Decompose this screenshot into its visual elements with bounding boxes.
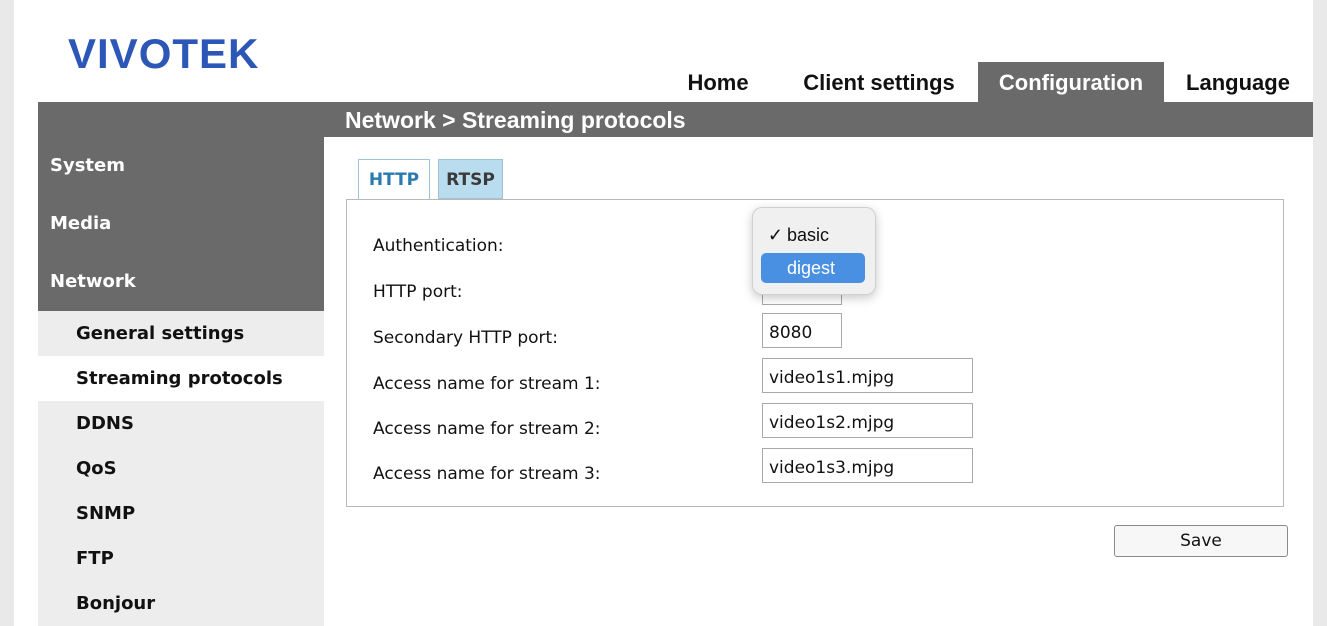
stream2-access-name-label: Access name for stream 2:: [373, 419, 601, 439]
http-port-label: HTTP port:: [373, 282, 463, 302]
sidebar-item-ftp[interactable]: FTP: [38, 536, 324, 581]
sidebar-item-media[interactable]: Media: [38, 195, 324, 253]
nav-language[interactable]: Language: [1176, 62, 1300, 102]
tab-rtsp[interactable]: RTSP: [438, 159, 503, 199]
stream1-access-name-input[interactable]: [762, 358, 973, 393]
auth-option-basic-label: basic: [787, 225, 830, 245]
stream3-access-name-label: Access name for stream 3:: [373, 464, 601, 484]
sidebar-item-network[interactable]: Network: [38, 253, 324, 311]
sidebar-item-ddns[interactable]: DDNS: [38, 401, 324, 446]
sidebar-item-snmp[interactable]: SNMP: [38, 491, 324, 536]
nav-configuration[interactable]: Configuration: [978, 62, 1164, 102]
stream1-access-name-label: Access name for stream 1:: [373, 374, 601, 394]
sidebar: System Media Network General settings St…: [38, 137, 324, 626]
content-area: HTTP RTSP Authentication: HTTP port: Sec…: [324, 137, 1313, 626]
secondary-http-port-label: Secondary HTTP port:: [373, 328, 558, 348]
title-bar: Network > Streaming protocols: [38, 102, 1313, 137]
secondary-http-port-input[interactable]: [762, 313, 842, 348]
nav-client-settings[interactable]: Client settings: [784, 62, 974, 102]
page: VIVOTEK Home Client settings Configurati…: [14, 0, 1313, 626]
save-button[interactable]: Save: [1114, 525, 1288, 557]
authentication-dropdown-menu: ✓ basic digest: [752, 207, 876, 295]
nav-home[interactable]: Home: [672, 62, 764, 102]
stream2-access-name-input[interactable]: [762, 403, 973, 438]
page-title: Network > Streaming protocols: [345, 107, 686, 133]
authentication-label: Authentication:: [373, 236, 504, 256]
stream3-access-name-input[interactable]: [762, 448, 973, 483]
auth-option-digest-label: digest: [787, 258, 836, 278]
top-nav: Home Client settings Configuration Langu…: [14, 62, 1313, 102]
sidebar-item-qos[interactable]: QoS: [38, 446, 324, 491]
sidebar-item-general-settings[interactable]: General settings: [38, 311, 324, 356]
auth-option-digest[interactable]: digest: [761, 253, 865, 283]
checkmark-icon: ✓: [767, 225, 783, 245]
network-submenu: General settings Streaming protocols DDN…: [38, 311, 324, 626]
sidebar-item-bonjour[interactable]: Bonjour: [38, 581, 324, 626]
auth-option-basic[interactable]: ✓ basic: [761, 220, 865, 250]
sidebar-item-streaming-protocols[interactable]: Streaming protocols: [38, 356, 324, 401]
tab-http[interactable]: HTTP: [358, 159, 430, 199]
sidebar-item-system[interactable]: System: [38, 137, 324, 195]
